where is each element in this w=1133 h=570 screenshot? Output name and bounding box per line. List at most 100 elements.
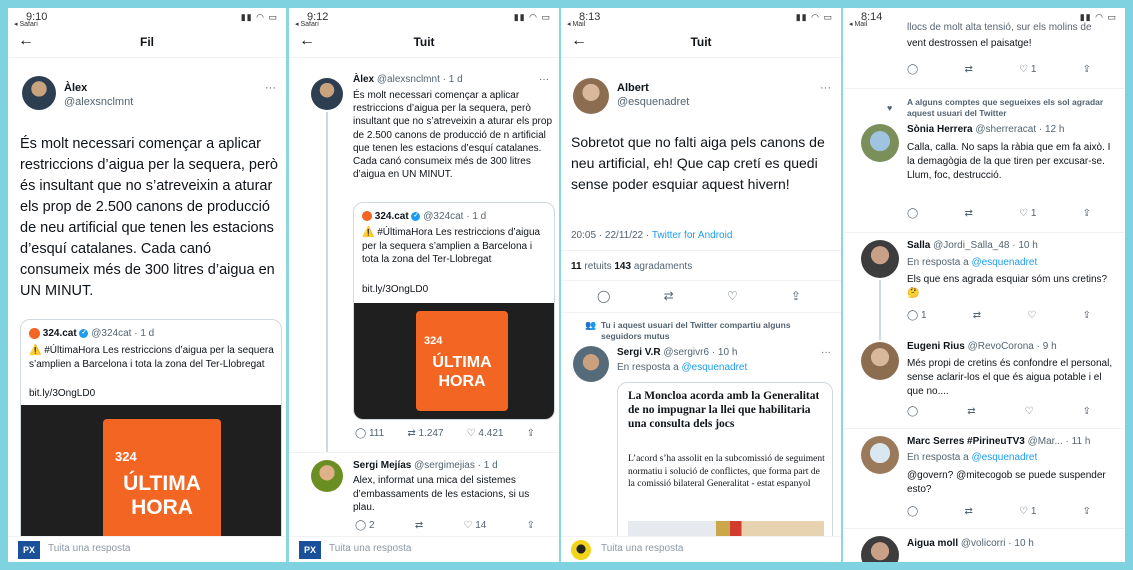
share-button[interactable]: ⇪ (527, 428, 535, 439)
like-button[interactable]: ♡ 1 (1019, 208, 1036, 219)
share-icon[interactable]: ⇪ (791, 289, 801, 303)
author-name[interactable]: Àlex (353, 74, 374, 85)
reply-icon[interactable]: ◯ (907, 506, 918, 517)
like-icon: ♡ (466, 428, 476, 439)
reply-icon: ◯ (907, 310, 919, 321)
share-icon[interactable]: ⇪ (1083, 64, 1091, 75)
share-icon: ⇪ (526, 520, 535, 531)
divider (561, 280, 841, 281)
reply-avatar[interactable] (311, 460, 343, 492)
like-button[interactable]: ♡ 1 (1019, 64, 1036, 75)
author-handle[interactable]: @alexsnclmnt (64, 96, 133, 108)
reply-input[interactable]: Tuita una resposta (601, 543, 683, 554)
reply-avatar[interactable] (861, 240, 899, 278)
quote-name: 324.cat ✓ @324cat · 1 d (362, 211, 486, 222)
reply-author-name[interactable]: Sergi V.R (617, 347, 661, 358)
image-logo: 324 (424, 335, 443, 347)
reply-input[interactable]: Tuita una resposta (329, 543, 411, 554)
retweet-icon[interactable]: ⇄ (964, 208, 972, 219)
retweet-icon[interactable]: ⇄ (664, 289, 674, 303)
retweet-icon[interactable]: ⇄ (964, 64, 972, 75)
retweet-icon: ⇄ (414, 520, 424, 531)
more-icon[interactable]: ··· (820, 82, 831, 94)
reply-author-line: Marc Serres #PirineuTV3 @Mar... · 11 h (907, 436, 1090, 447)
more-icon[interactable]: ··· (265, 82, 276, 94)
reply-button[interactable]: ◯ 1 (907, 310, 927, 321)
page-title: Tuit (413, 35, 435, 49)
status-bar: 9:10 ◂ Safari ▮▮ ◠ ▭ (8, 8, 286, 28)
reply-author-name[interactable]: Eugeni Rius (907, 341, 965, 352)
article-title: La Moncloa acorda amb la Generalitat de … (628, 390, 820, 430)
share-icon[interactable]: ⇪ (1083, 310, 1091, 321)
more-icon[interactable]: ··· (539, 74, 549, 85)
reply-avatar[interactable] (573, 346, 609, 382)
reply-to: En resposta a @esquenadret (907, 257, 1038, 268)
author-handle[interactable]: @alexsnclmnt · 1 d (377, 74, 463, 85)
reply-author-handle[interactable]: @sherreracat · 12 h (975, 124, 1064, 135)
more-icon[interactable]: ··· (821, 347, 831, 358)
verified-icon: ✓ (411, 211, 421, 221)
like-button[interactable]: ♡ 4.421 (467, 428, 504, 439)
reply-icon[interactable]: ◯ (907, 406, 918, 417)
reply-author-handle[interactable]: @RevoCorona · 9 h (968, 341, 1057, 352)
reply-button[interactable]: ◯ 2 (355, 520, 375, 531)
like-icon[interactable]: ♡ (1025, 406, 1034, 417)
reply-avatar[interactable] (861, 124, 899, 162)
reply-icon[interactable]: ◯ (907, 208, 918, 219)
reply-author-handle[interactable]: @Jordi_Salla_48 · 10 h (933, 240, 1038, 251)
retweet-icon[interactable]: ⇄ (967, 406, 975, 417)
share-icon[interactable]: ⇪ (1083, 208, 1091, 219)
quote-link[interactable]: bit.ly/3OngLD0 (29, 388, 95, 399)
reply-text: @govern? @mitecogob se puede suspender e… (907, 470, 1106, 495)
reply-author-name[interactable]: Salla (907, 240, 930, 251)
signal-wifi-battery-icon: ▮▮ ◠ ▭ (795, 12, 833, 22)
reply-input[interactable]: Tuita una resposta (48, 543, 130, 554)
share-icon[interactable]: ⇪ (1083, 506, 1091, 517)
retweet-icon[interactable]: ⇄ (973, 310, 981, 321)
author-handle[interactable]: @esquenadret (617, 96, 689, 108)
retweet-button[interactable]: ⇄ 1.247 (407, 428, 443, 439)
reply-to: En resposta a @esquenadret (907, 452, 1038, 463)
retweet-icon[interactable]: ⇄ (964, 506, 972, 517)
like-icon[interactable]: ♡ (727, 289, 738, 303)
reply-avatar[interactable] (861, 342, 899, 380)
reply-actions: ◯ ⇄ ♡ ⇪ (907, 406, 1091, 417)
reply-actions: ◯ 2 ⇄ ♡ 14 ⇪ (355, 520, 535, 531)
like-icon[interactable]: ♡ (1027, 310, 1036, 321)
author-name[interactable]: Àlex (64, 82, 87, 94)
like-button[interactable]: ♡ 1 (1019, 506, 1036, 517)
quote-card[interactable]: 324.cat ✓ @324cat · 1 d ⚠️ #ÚltimaHora L… (353, 202, 555, 420)
quote-image[interactable]: 324 ÚLTIMA HORA (354, 303, 554, 419)
article-card[interactable]: La Moncloa acorda amb la Generalitat de … (617, 382, 833, 558)
reply-author-handle[interactable]: @volicorri · 10 h (961, 538, 1034, 549)
back-to-app[interactable]: ◂ Mail (849, 20, 867, 28)
quote-name: 324.cat ✓ @324cat · 1 d (29, 328, 154, 339)
reply-author-handle[interactable]: @Mar... · 11 h (1028, 436, 1091, 447)
page-title: Tuit (690, 35, 712, 49)
like-button[interactable]: ♡ 14 (463, 520, 486, 531)
reply-avatar[interactable] (861, 436, 899, 474)
divider (843, 232, 1125, 233)
reply-author-name[interactable]: Marc Serres #PirineuTV3 (907, 436, 1025, 447)
quote-card[interactable]: 324.cat ✓ @324cat · 1 d ⚠️ #ÚltimaHora L… (20, 319, 282, 559)
tweet-text: Sobretot que no falti aiga pels canons d… (571, 134, 825, 192)
reply-icon[interactable]: ◯ (597, 289, 610, 303)
reply-author-name[interactable]: Sergi Mejías (353, 460, 411, 471)
reply-author-handle[interactable]: @sergivr6 · 10 h (663, 347, 737, 358)
share-button[interactable]: ⇪ (527, 520, 535, 531)
reply-avatar[interactable] (861, 536, 899, 562)
reply-author-handle[interactable]: @sergimejias · 1 d (414, 460, 498, 471)
reply-author-name[interactable]: Sònia Herrera (907, 124, 973, 135)
quote-link[interactable]: bit.ly/3OngLD0 (362, 284, 428, 295)
reply-author-name[interactable]: Aigua moll (907, 538, 958, 549)
share-icon[interactable]: ⇪ (1083, 406, 1091, 417)
avatar[interactable] (22, 76, 56, 110)
author-name[interactable]: Albert (617, 82, 649, 94)
retweet-button[interactable]: ⇄ (415, 520, 423, 531)
reply-icon[interactable]: ◯ (907, 64, 918, 75)
tweet-timestamp: 20:05 · 22/11/22 · (571, 230, 652, 241)
tweet-client[interactable]: Twitter for Android (652, 230, 733, 241)
avatar[interactable] (311, 78, 343, 110)
reply-button[interactable]: ◯ 111 (355, 428, 384, 439)
avatar[interactable] (573, 78, 609, 114)
